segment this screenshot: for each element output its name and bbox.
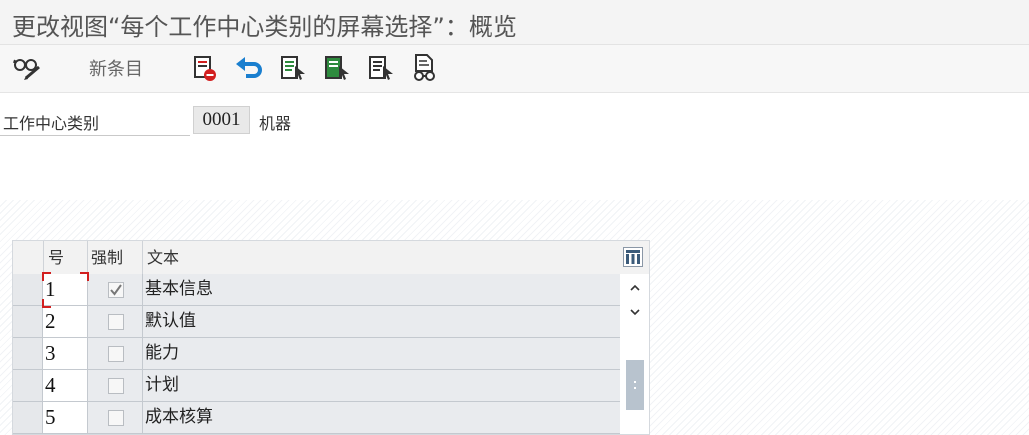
deselect-all-icon (369, 56, 393, 80)
row-number-cell[interactable]: 2 (44, 306, 87, 337)
mandatory-cell (87, 274, 142, 305)
mandatory-checkbox[interactable] (108, 378, 124, 394)
table-row[interactable]: 3 能力 (13, 338, 620, 370)
focus-indicator (80, 272, 89, 281)
select-block-icon (325, 56, 349, 80)
glasses-document-icon (414, 54, 435, 81)
row-number-cell[interactable]: 4 (44, 370, 87, 401)
delete-row-button[interactable] (190, 53, 220, 83)
window-title: 更改视图“每个工作中心类别的屏幕选择”：概览 (12, 13, 517, 41)
mandatory-checkbox[interactable] (108, 346, 124, 362)
work-center-category-value[interactable]: 0001 (193, 106, 250, 134)
row-number-cell[interactable]: 3 (44, 338, 87, 369)
table-header: 号 强制 文本 (13, 241, 649, 275)
scroll-up-icon[interactable] (627, 280, 643, 296)
row-selector[interactable] (13, 274, 43, 305)
row-selector[interactable] (13, 402, 43, 433)
row-text-cell: 基本信息 (142, 274, 620, 305)
mandatory-checkbox[interactable] (108, 282, 124, 298)
work-center-category-description: 机器 (259, 114, 292, 133)
vertical-scrollbar[interactable] (620, 274, 649, 434)
row-selector[interactable] (13, 370, 43, 401)
select-all-button[interactable] (278, 53, 308, 83)
select-all-icon (281, 56, 305, 80)
row-selector[interactable] (13, 338, 43, 369)
scrollbar-thumb[interactable] (626, 360, 644, 410)
column-divider (87, 241, 88, 274)
column-header-number[interactable]: 号 (48, 241, 64, 274)
new-entries-button[interactable]: 新条目 (80, 53, 152, 83)
table-row[interactable]: 2 默认值 (13, 306, 620, 338)
column-header-text[interactable]: 文本 (147, 241, 179, 274)
column-header-mandatory[interactable]: 强制 (91, 241, 123, 274)
table-columns-icon (626, 250, 640, 264)
checkmark-icon (110, 284, 122, 296)
mandatory-cell (87, 370, 142, 401)
application-toolbar: 新条目 (0, 45, 1029, 93)
focus-indicator (42, 272, 51, 281)
field-underline (0, 135, 190, 136)
table-row[interactable]: 4 计划 (13, 370, 620, 402)
mandatory-cell (87, 338, 142, 369)
row-text-cell: 默认值 (142, 306, 620, 337)
grip-icon (634, 381, 636, 389)
select-block-button[interactable] (322, 53, 352, 83)
work-center-category-label: 工作中心类别 (3, 114, 100, 133)
row-text-cell: 成本核算 (142, 402, 620, 433)
row-selector[interactable] (13, 306, 43, 337)
column-divider (43, 241, 44, 274)
table-row[interactable]: 5 成本核算 (13, 402, 620, 434)
print-preview-button[interactable] (410, 53, 440, 83)
display-change-button[interactable] (10, 53, 44, 83)
row-text-cell: 能力 (142, 338, 620, 369)
deselect-all-button[interactable] (366, 53, 396, 83)
scroll-down-icon[interactable] (627, 304, 643, 320)
column-divider (142, 241, 143, 274)
table-row[interactable]: 1 基本信息 (13, 274, 620, 306)
table-settings-button[interactable] (623, 247, 643, 267)
row-text-cell: 计划 (142, 370, 620, 401)
delete-row-icon (194, 56, 216, 81)
glasses-pencil-icon (13, 59, 40, 80)
mandatory-checkbox[interactable] (108, 314, 124, 330)
row-number-cell[interactable]: 5 (44, 402, 87, 433)
mandatory-checkbox[interactable] (108, 410, 124, 426)
mandatory-cell (87, 402, 142, 433)
screen-selection-table: 号 强制 文本 1 基本信息 2 默认值 3 能力 4 计划 5 成本核算 (12, 240, 650, 435)
mandatory-cell (87, 306, 142, 337)
undo-button[interactable] (233, 53, 265, 83)
undo-icon (236, 57, 262, 78)
focus-indicator (42, 299, 51, 308)
title-bar: 更改视图“每个工作中心类别的屏幕选择”：概览 (0, 0, 1029, 45)
